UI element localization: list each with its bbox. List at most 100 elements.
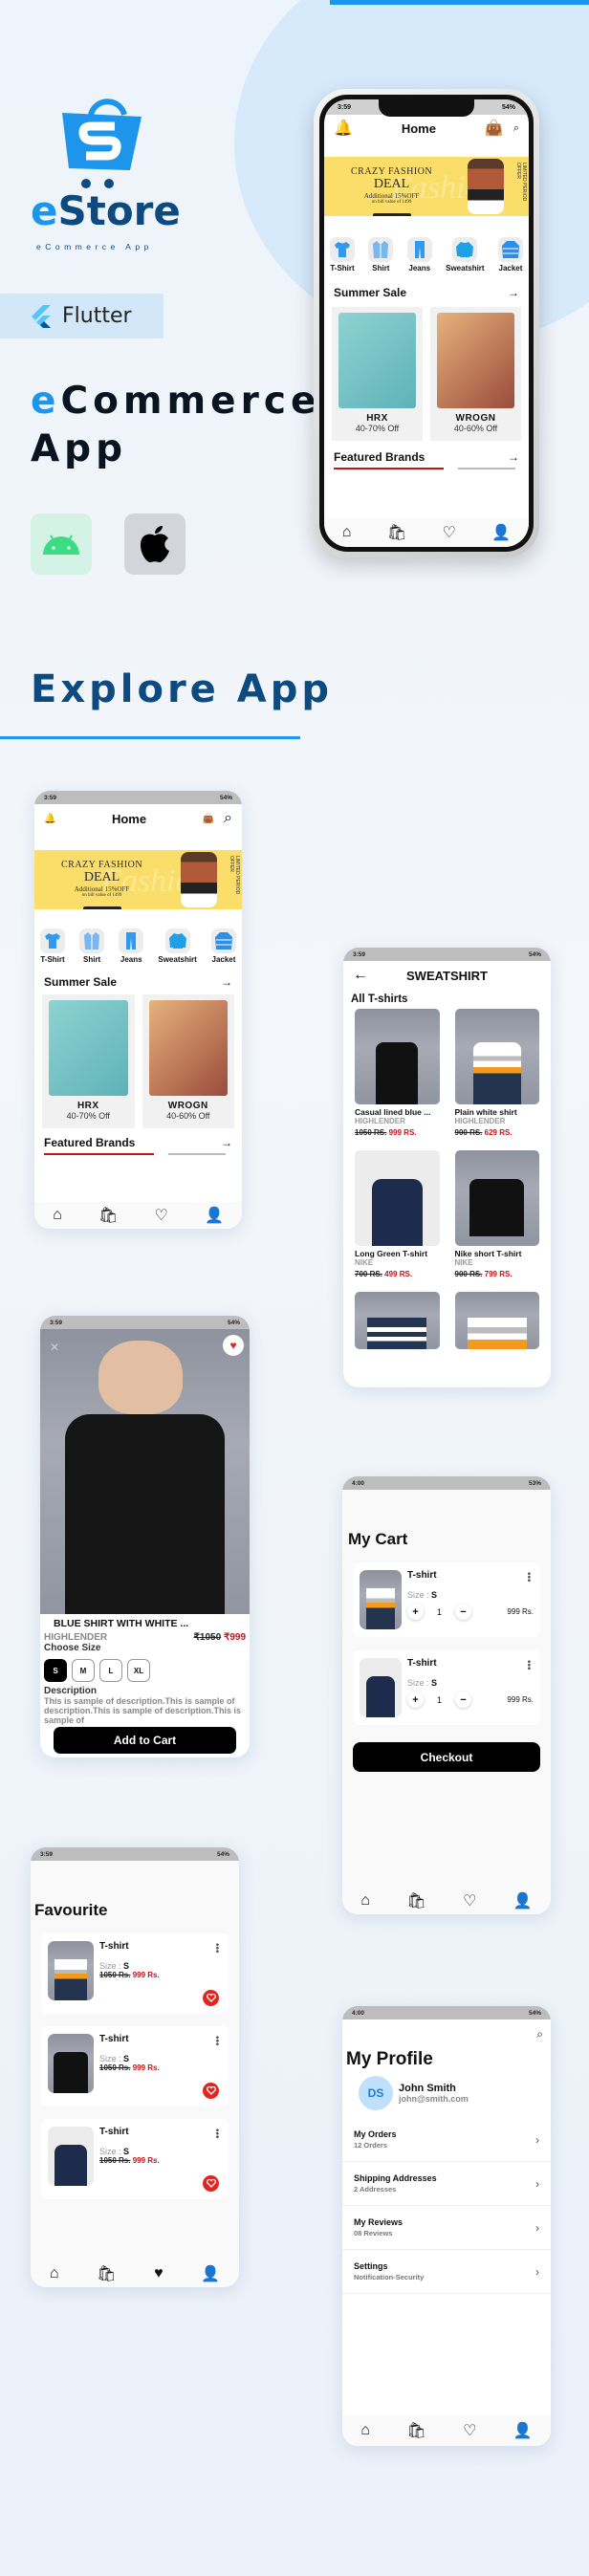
headline-app: App — [31, 427, 128, 470]
heart-filled-icon[interactable]: ♥ — [154, 2265, 164, 2282]
size-option-s[interactable]: S — [44, 1659, 67, 1682]
bag-icon[interactable]: 🛍 — [387, 523, 406, 542]
category-label: Jeans — [408, 264, 431, 273]
home-icon[interactable]: ⌂ — [360, 2422, 370, 2439]
favourite-heart-icon[interactable]: ♥ — [223, 1335, 244, 1356]
category-tshirt[interactable]: T-Shirt — [330, 237, 355, 273]
home-header: 🔔 Home 👜 ⌕ — [34, 804, 242, 833]
category-jacket[interactable]: Jacket — [210, 928, 236, 964]
plus-button[interactable]: + — [407, 1604, 424, 1620]
product-brand: HIGHLENDER — [44, 1632, 108, 1643]
profile-icon[interactable]: 👤 — [513, 1891, 533, 1910]
promo-banner[interactable]: Fashion CRAZY FASHION DEAL Additional 15… — [324, 157, 529, 216]
status-battery: 54% — [216, 1850, 229, 1858]
size-label: Size : — [407, 1590, 432, 1600]
heart-icon[interactable]: ♡ — [463, 1891, 476, 1910]
size-option-l[interactable]: L — [99, 1659, 122, 1682]
minus-button[interactable]: − — [455, 1692, 472, 1708]
arrow-right-icon[interactable]: → — [221, 975, 232, 989]
size-option-m[interactable]: M — [72, 1659, 95, 1682]
more-options-icon[interactable]: ••• — [211, 2036, 222, 2046]
size-option-xl[interactable]: XL — [127, 1659, 150, 1682]
old-price: 1050 Rs. — [99, 2156, 131, 2165]
profile-icon[interactable]: 👤 — [201, 2264, 220, 2283]
sale-card[interactable]: WROGN 40-60% Off — [430, 307, 521, 441]
remove-favourite-icon[interactable] — [203, 1990, 219, 2006]
category-jeans[interactable]: Jeans — [406, 237, 432, 273]
heart-icon[interactable]: ♡ — [443, 523, 456, 542]
bell-icon[interactable]: 🔔 — [44, 814, 55, 824]
more-options-icon[interactable]: ••• — [523, 1572, 534, 1583]
jeans-icon — [406, 237, 432, 262]
favourite-item[interactable]: T-shirt Size : S 1050 Rs. 999 Rs. ••• — [41, 2026, 229, 2107]
product-card[interactable]: Casual lined blue ... HIGHLENDER 1050 RS. … — [355, 1009, 440, 1137]
category-shirt[interactable]: Shirt — [368, 237, 394, 273]
product-card[interactable] — [454, 1292, 539, 1349]
home-icon[interactable]: ⌂ — [50, 2265, 59, 2282]
more-options-icon[interactable]: ••• — [211, 1943, 222, 1954]
home-icon[interactable]: ⌂ — [360, 1892, 370, 1910]
search-icon[interactable]: ⌕ — [342, 2019, 551, 2041]
remove-favourite-icon[interactable] — [203, 2083, 219, 2099]
listing-header: ← SWEATSHIRT — [343, 961, 551, 990]
banner-code-pill — [372, 213, 411, 216]
sale-card[interactable]: HRX 40-70% Off — [42, 994, 135, 1128]
screen-favourite: 3:59 54% Favourite T-shirt Size : S 1050 Rs… — [31, 1847, 239, 2287]
category-jacket[interactable]: Jacket — [497, 237, 523, 273]
search-icon[interactable]: ⌕ — [513, 122, 519, 135]
sale-card[interactable]: HRX 40-70% Off — [332, 307, 423, 441]
category-tshirt[interactable]: T-Shirt — [40, 928, 65, 964]
arrow-right-icon[interactable]: → — [508, 286, 519, 299]
menu-settings[interactable]: Settings Notification-Security › — [342, 2250, 551, 2294]
product-card[interactable]: Plain white shirt HIGHLENDER 900 RS. 629 R… — [454, 1009, 539, 1137]
heart-icon[interactable]: ♡ — [154, 1206, 167, 1225]
product-card[interactable]: Long Green T-shirt NIKE 700 RS. 499 RS. — [355, 1150, 440, 1278]
product-brand: NIKE — [355, 1258, 374, 1267]
category-shirt[interactable]: Shirt — [79, 928, 105, 964]
menu-shipping-addresses[interactable]: Shipping Addresses 2 Addresses › — [342, 2162, 551, 2206]
category-sweatshirt[interactable]: Sweatshirt — [446, 237, 485, 273]
arrow-right-icon[interactable]: → — [508, 450, 519, 464]
cart-item-name: T-shirt — [407, 1658, 437, 1669]
cart-item[interactable]: T-shirt Size : S +1 − 999 Rs. ••• — [353, 1562, 540, 1637]
add-to-cart-button[interactable]: Add to Cart — [54, 1727, 236, 1754]
bag-icon[interactable]: 🛍 — [98, 1206, 118, 1225]
search-icon[interactable]: ⌕ — [224, 810, 232, 827]
category-jeans[interactable]: Jeans — [119, 928, 144, 964]
sale-card[interactable]: WROGN 40-60% Off — [142, 994, 234, 1128]
product-card[interactable] — [355, 1292, 440, 1349]
promo-banner[interactable]: Fashion CRAZY FASHION DEAL Additional 15… — [34, 850, 242, 909]
profile-icon[interactable]: 👤 — [205, 1206, 224, 1225]
profile-filled-icon[interactable]: 👤 — [513, 2421, 533, 2440]
checkout-button[interactable]: Checkout — [353, 1742, 540, 1772]
heart-icon[interactable]: ♡ — [463, 2421, 476, 2440]
favourite-item[interactable]: T-shirt Size : S 1050 Rs. 999 Rs. ••• — [41, 2119, 229, 2199]
status-battery: 54% — [219, 794, 232, 801]
favourite-item-image — [48, 2127, 94, 2186]
cart-item-image — [360, 1658, 402, 1717]
bag-icon[interactable]: 🛍 — [97, 2264, 116, 2283]
cart-item[interactable]: T-shirt Size : S +1 − 999 Rs. ••• — [353, 1650, 540, 1725]
menu-my-reviews[interactable]: My Reviews 08 Reviews › — [342, 2206, 551, 2250]
home-icon[interactable]: ⌂ — [342, 524, 352, 541]
bag-icon[interactable]: 🛍 — [406, 1891, 425, 1910]
more-options-icon[interactable]: ••• — [523, 1660, 534, 1670]
minus-button[interactable]: − — [455, 1604, 472, 1620]
close-icon[interactable]: ✕ — [50, 1341, 59, 1354]
favourite-item[interactable]: T-shirt Size : S 1050 Rs. 999 Rs. ••• — [41, 1933, 229, 2014]
bag-icon[interactable]: 🛍 — [406, 2421, 425, 2440]
menu-my-orders[interactable]: My Orders 12 Orders › — [342, 2118, 551, 2162]
arrow-right-icon[interactable]: → — [221, 1136, 232, 1149]
category-sweatshirt[interactable]: Sweatshirt — [158, 928, 197, 964]
profile-icon[interactable]: 👤 — [491, 523, 511, 542]
bell-icon[interactable]: 🔔 — [334, 119, 353, 138]
remove-favourite-icon[interactable] — [203, 2175, 219, 2192]
back-arrow-icon[interactable]: ← — [353, 967, 368, 984]
home-icon[interactable]: ⌂ — [53, 1207, 62, 1224]
more-options-icon[interactable]: ••• — [211, 2128, 222, 2139]
jeans-icon — [119, 928, 144, 953]
product-card[interactable]: Nike short T-shirt NIKE 900 RS. 799 RS. — [454, 1150, 539, 1278]
bag-icon[interactable]: 👜 — [485, 119, 504, 138]
plus-button[interactable]: + — [407, 1692, 424, 1708]
bag-icon[interactable]: 👜 — [203, 814, 214, 824]
